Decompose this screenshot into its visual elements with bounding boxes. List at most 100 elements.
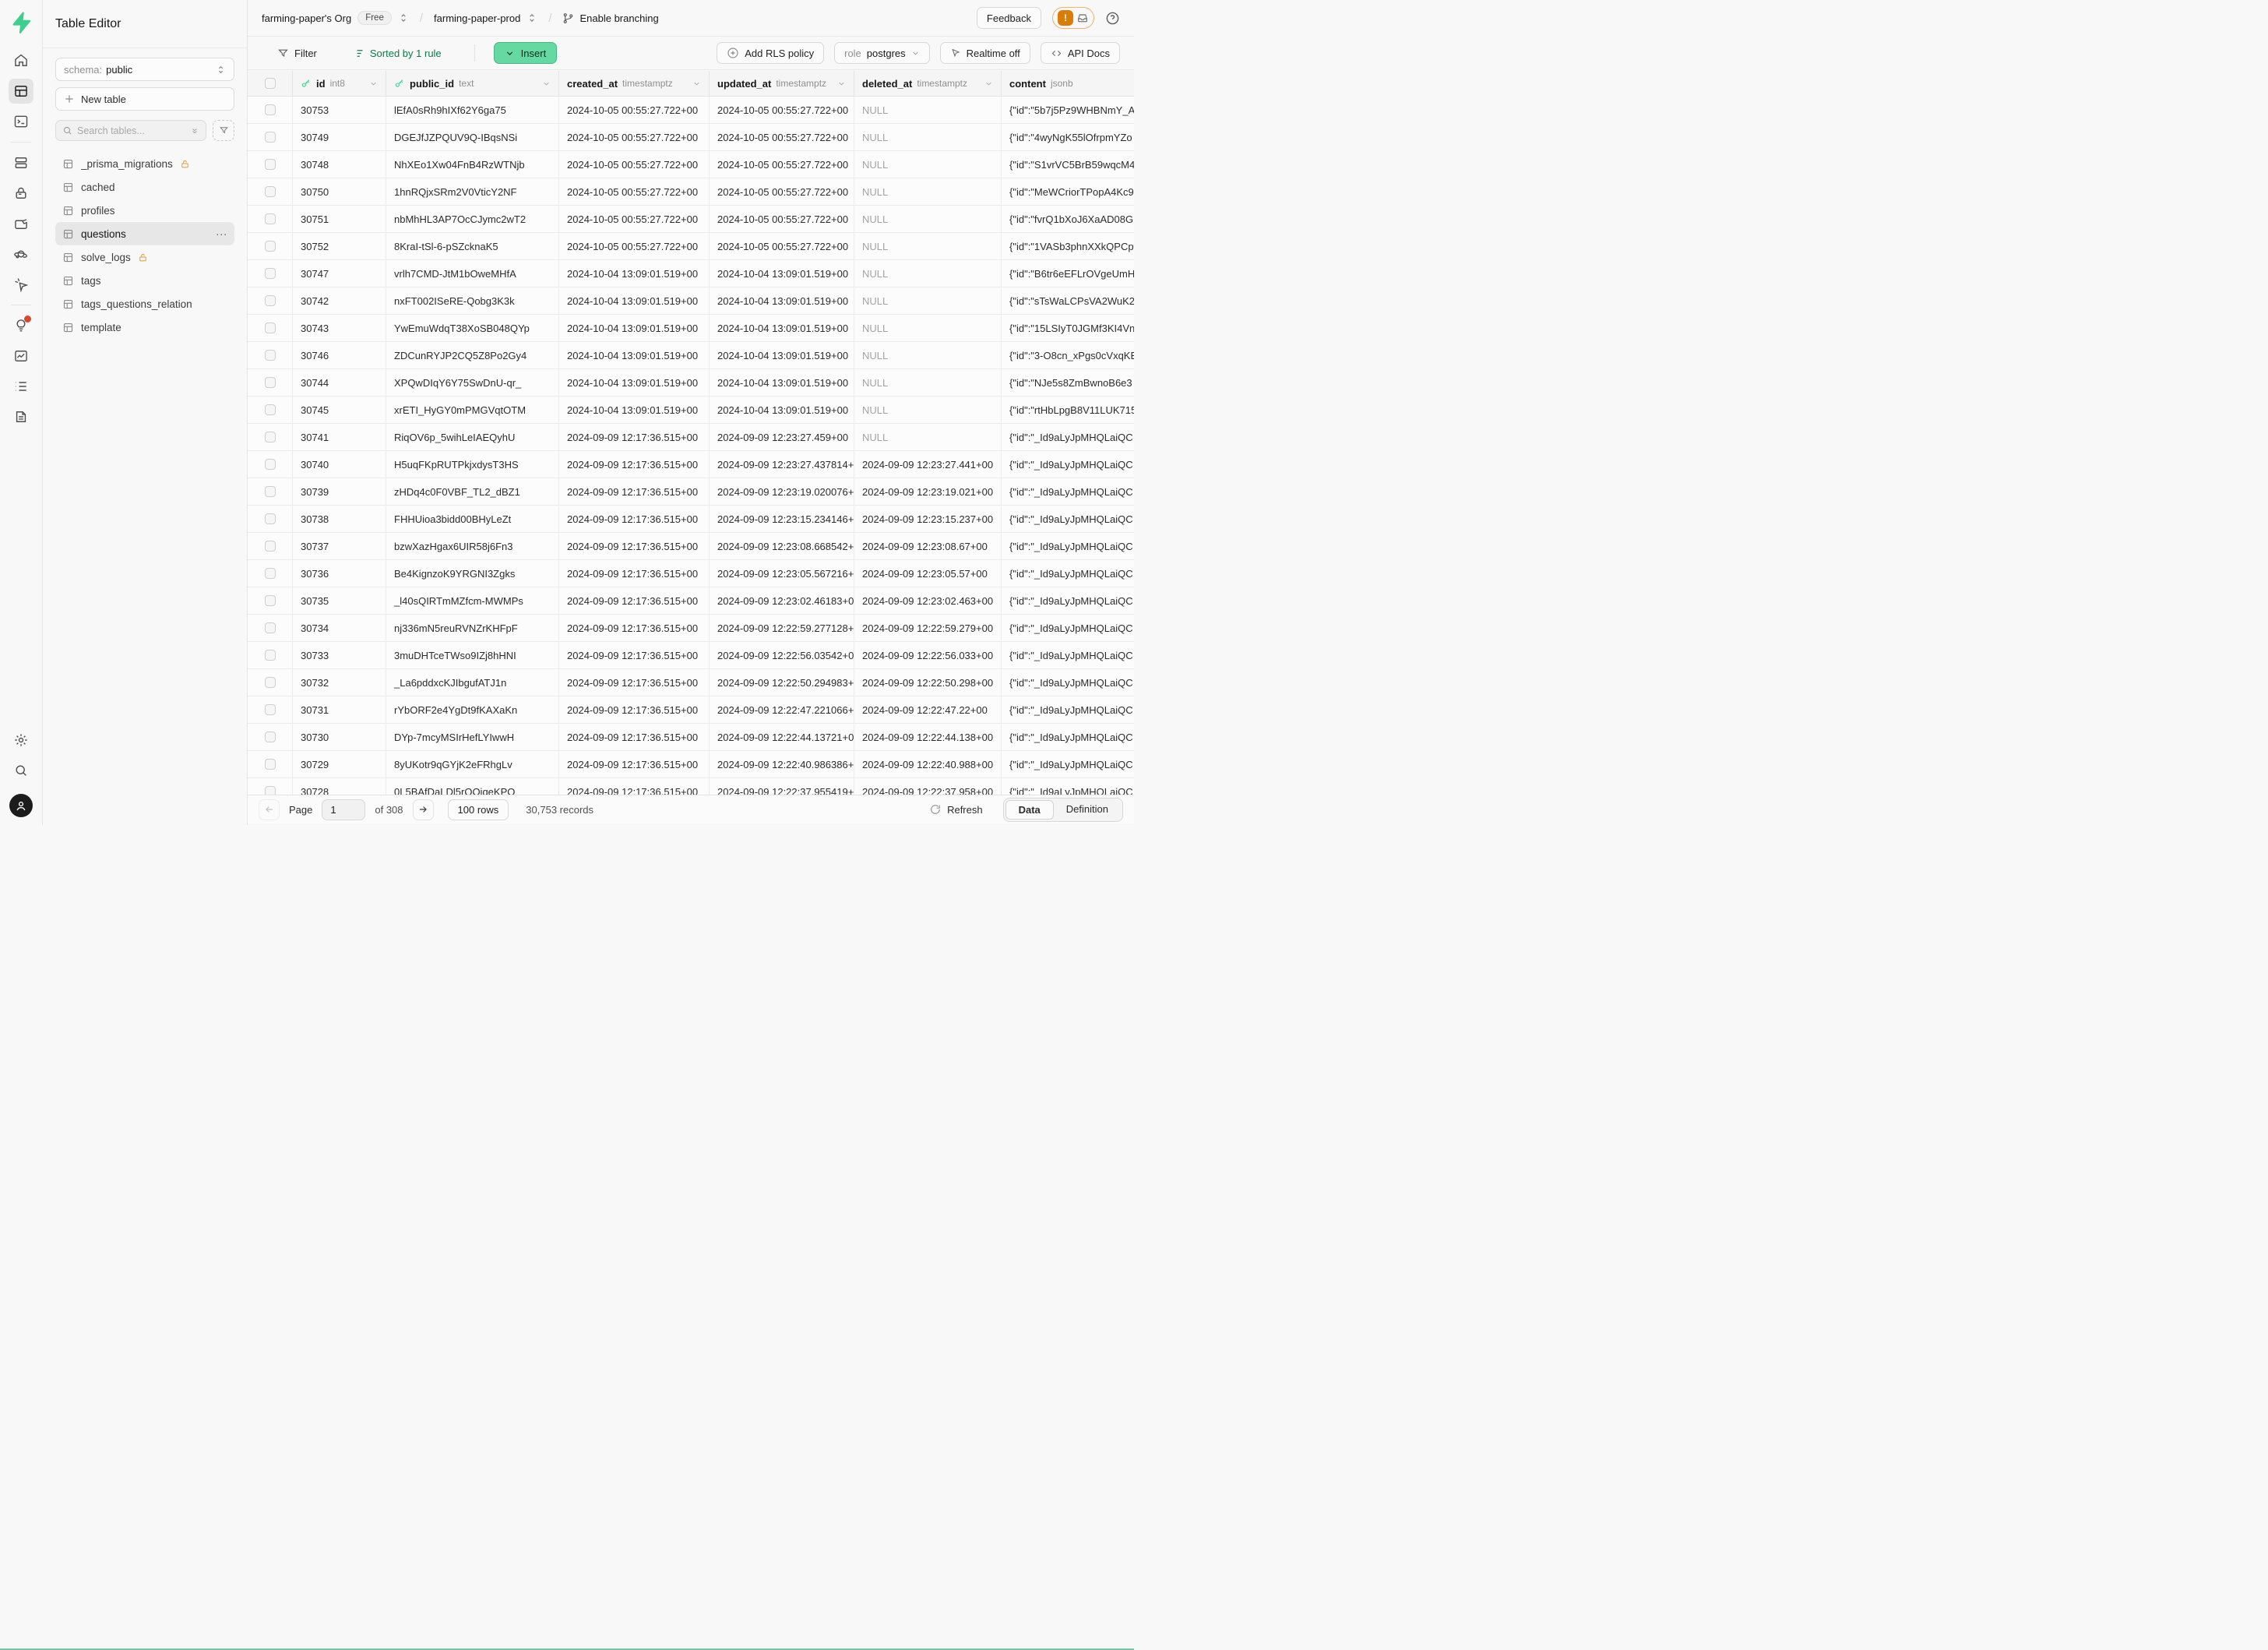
sort-button[interactable]: Sorted by 1 rule [353, 48, 442, 59]
row-checkbox[interactable] [265, 350, 276, 361]
page-input[interactable] [322, 799, 365, 820]
notifications-button[interactable]: ! [1052, 7, 1094, 29]
sidebar-item-profiles[interactable]: profiles [55, 199, 234, 222]
column-menu-icon[interactable] [984, 79, 993, 88]
plan-badge[interactable]: Free [357, 11, 392, 25]
sidebar-item-cached[interactable]: cached [55, 175, 234, 199]
column-header-public_id[interactable]: public_idtext [386, 71, 559, 96]
row-checkbox[interactable] [265, 541, 276, 552]
add-rls-policy-button[interactable]: Add RLS policy [717, 42, 824, 64]
search-tables-input[interactable] [77, 125, 185, 136]
sidebar-item-tags_questions_relation[interactable]: tags_questions_relation [55, 292, 234, 316]
row-checkbox[interactable] [265, 486, 276, 497]
api-docs-button[interactable]: API Docs [1041, 42, 1120, 64]
row-checkbox[interactable] [265, 323, 276, 333]
sidebar-item-questions[interactable]: questions... [55, 222, 234, 245]
nav-realtime[interactable] [9, 272, 33, 297]
nav-database[interactable] [9, 150, 33, 175]
table-filter-button[interactable] [213, 120, 234, 141]
column-header-content[interactable]: contentjsonb [1002, 71, 1134, 96]
column-menu-icon[interactable] [692, 79, 701, 88]
org-unfold-icon[interactable] [398, 12, 409, 23]
row-checkbox[interactable] [265, 432, 276, 442]
enable-branching-button[interactable]: Enable branching [562, 12, 658, 24]
org-name[interactable]: farming-paper's Org [262, 12, 351, 24]
row-checkbox[interactable] [265, 513, 276, 524]
nav-home[interactable] [9, 48, 33, 73]
row-checkbox[interactable] [265, 622, 276, 633]
row-checkbox[interactable] [265, 459, 276, 470]
realtime-toggle-button[interactable]: Realtime off [940, 42, 1030, 64]
tab-definition[interactable]: Definition [1054, 800, 1121, 820]
column-header-created_at[interactable]: created_attimestamptz [559, 71, 710, 96]
tab-data[interactable]: Data [1005, 800, 1054, 820]
prev-page-button[interactable] [259, 799, 280, 820]
nav-logs[interactable] [9, 374, 33, 399]
row-checkbox[interactable] [265, 404, 276, 415]
select-all-checkbox[interactable] [265, 78, 276, 89]
cell-id: 30734 [293, 615, 386, 641]
row-checkbox[interactable] [265, 568, 276, 579]
sidebar-item-tags[interactable]: tags [55, 269, 234, 292]
nav-settings[interactable] [9, 728, 33, 753]
insert-button[interactable]: Insert [494, 42, 558, 64]
cell-content: {"id":"15LSIyT0JGMf3KI4Vn [1002, 315, 1134, 341]
nav-reports[interactable] [9, 344, 33, 368]
nav-authentication[interactable] [9, 181, 33, 206]
column-header-updated_at[interactable]: updated_attimestamptz [710, 71, 854, 96]
supabase-logo-icon[interactable] [9, 11, 33, 34]
schema-select[interactable]: schema: public [55, 58, 234, 81]
sidebar-item-template[interactable]: template [55, 316, 234, 339]
row-checkbox[interactable] [265, 104, 276, 115]
role-select[interactable]: role postgres [834, 42, 930, 64]
row-checkbox[interactable] [265, 759, 276, 770]
column-menu-icon[interactable] [542, 79, 551, 88]
column-menu-icon[interactable] [369, 79, 378, 88]
column-menu-icon[interactable] [837, 79, 846, 88]
row-checkbox[interactable] [265, 786, 276, 795]
row-checkbox[interactable] [265, 159, 276, 170]
filter-button[interactable]: Filter [277, 48, 317, 59]
row-checkbox[interactable] [265, 295, 276, 306]
row-checkbox[interactable] [265, 732, 276, 742]
row-checkbox[interactable] [265, 186, 276, 197]
row-checkbox[interactable] [265, 213, 276, 224]
row-checkbox[interactable] [265, 704, 276, 715]
new-table-button[interactable]: New table [55, 87, 234, 111]
row-checkbox[interactable] [265, 268, 276, 279]
project-name[interactable]: farming-paper-prod [434, 12, 520, 24]
table-row: 30736Be4KignzoK9YRGNI3Zgks2024-09-09 12:… [248, 560, 1134, 587]
sidebar-item-solve_logs[interactable]: solve_logs [55, 245, 234, 269]
feedback-button[interactable]: Feedback [977, 7, 1041, 29]
nav-edge-functions[interactable] [9, 242, 33, 266]
cell-id: 30744 [293, 369, 386, 396]
row-checkbox[interactable] [265, 377, 276, 388]
nav-sql-editor[interactable] [9, 109, 33, 134]
table-row: 30748NhXEo1Xw04FnB4RzWTNjb2024-10-05 00:… [248, 151, 1134, 178]
user-avatar[interactable] [9, 794, 33, 817]
nav-advisors[interactable] [9, 313, 33, 338]
nav-api-docs[interactable] [9, 404, 33, 429]
search-tables-box[interactable] [55, 120, 206, 141]
project-unfold-icon[interactable] [526, 12, 537, 23]
lock-icon [13, 185, 29, 201]
rows-per-page-button[interactable]: 100 rows [448, 799, 509, 820]
row-checkbox-cell [248, 506, 293, 532]
row-checkbox[interactable] [265, 677, 276, 688]
column-header-deleted_at[interactable]: deleted_attimestamptz [854, 71, 1002, 96]
nav-search[interactable] [9, 758, 33, 783]
row-checkbox[interactable] [265, 595, 276, 606]
row-checkbox[interactable] [265, 132, 276, 143]
sidebar-item-_prisma_migrations[interactable]: _prisma_migrations [55, 152, 234, 175]
row-checkbox[interactable] [265, 241, 276, 252]
nav-storage[interactable] [9, 211, 33, 236]
next-page-button[interactable] [413, 799, 434, 820]
table-options-icon[interactable]: ... [216, 225, 227, 242]
help-icon[interactable] [1105, 11, 1120, 26]
row-checkbox[interactable] [265, 650, 276, 661]
alert-badge: ! [1058, 10, 1073, 26]
table-row: 307528KraI-tSl-6-pSZcknaK52024-10-05 00:… [248, 233, 1134, 260]
column-header-id[interactable]: idint8 [293, 71, 386, 96]
nav-table-editor[interactable] [9, 79, 33, 104]
refresh-button[interactable]: Refresh [930, 804, 983, 816]
